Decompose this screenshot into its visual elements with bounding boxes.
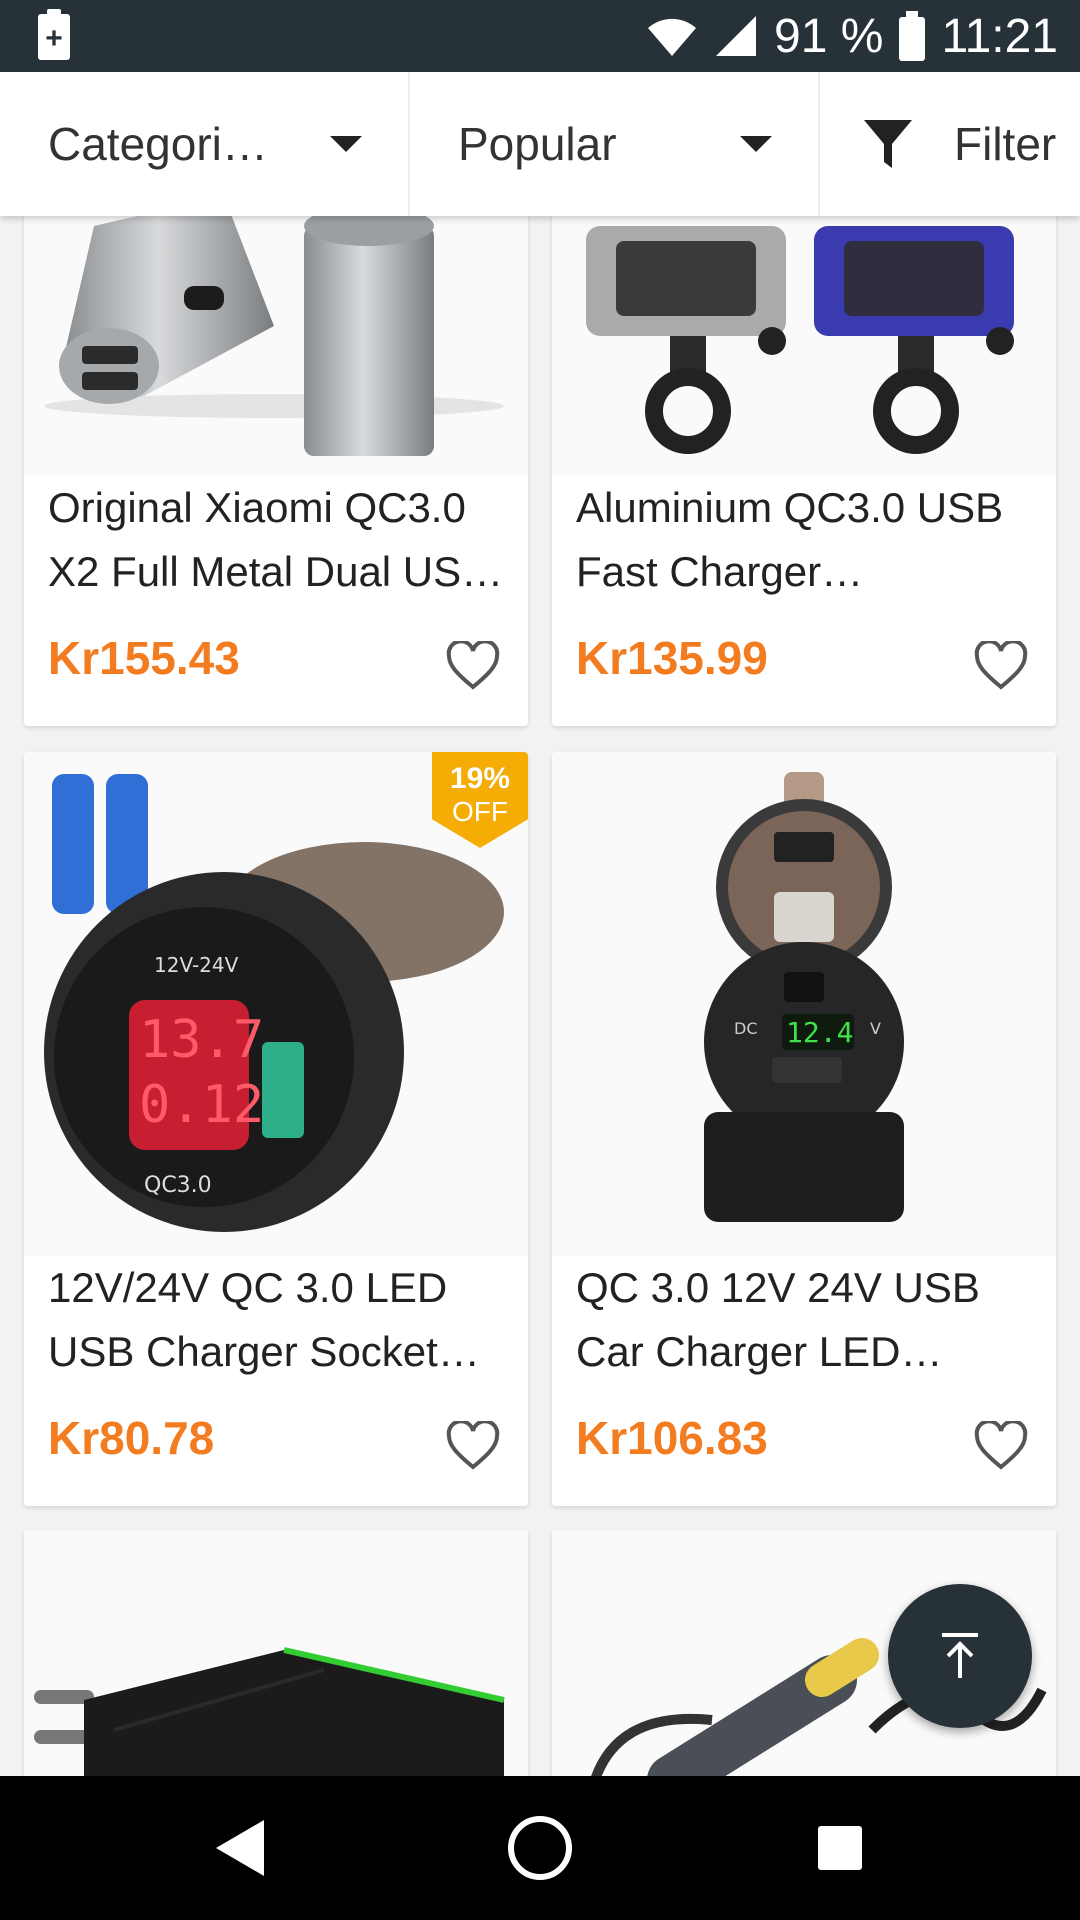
battery-saver-icon: + xyxy=(38,9,70,60)
product-card[interactable] xyxy=(24,1530,528,1776)
filter-bar: Categori… Popular Filter xyxy=(0,72,1080,216)
heart-icon[interactable] xyxy=(974,641,1028,691)
clock: 11:21 xyxy=(941,9,1058,63)
heart-icon[interactable] xyxy=(446,1421,500,1471)
back-icon[interactable] xyxy=(212,1818,268,1878)
home-icon[interactable] xyxy=(508,1816,572,1880)
product-image[interactable] xyxy=(24,1530,528,1776)
product-title[interactable]: 12V/24V QC 3.0 LED USB Charger Socket wi… xyxy=(48,1256,504,1384)
recent-apps-icon[interactable] xyxy=(818,1826,862,1870)
phone-holder-image xyxy=(586,226,1014,454)
category-dropdown[interactable]: Categori… xyxy=(0,72,410,216)
product-card[interactable]: 13.7 0.12 QC3.0 12V-24V 19% OFF 12V/24V … xyxy=(24,752,528,1506)
product-price: Kr106.83 xyxy=(576,1412,768,1464)
svg-text:V: V xyxy=(870,1019,881,1038)
scroll-to-top-button[interactable] xyxy=(888,1584,1032,1728)
funnel-icon xyxy=(864,120,912,168)
svg-text:0.12: 0.12 xyxy=(139,1075,264,1135)
product-card[interactable]: Original Xiaomi QC3.0 X2 Full Metal Dual… xyxy=(24,216,528,726)
product-image[interactable] xyxy=(24,216,528,476)
chevron-down-icon xyxy=(740,136,772,152)
filter-label: Filter xyxy=(954,118,1057,170)
chevron-down-icon xyxy=(330,136,362,152)
sort-label: Popular xyxy=(458,118,617,170)
heart-icon[interactable] xyxy=(446,641,500,691)
product-price: Kr80.78 xyxy=(48,1412,215,1464)
svg-text:QC3.0: QC3.0 xyxy=(144,1173,212,1198)
product-title[interactable]: Original Xiaomi QC3.0 X2 Full Metal Dual… xyxy=(48,476,504,604)
category-label: Categori… xyxy=(48,118,268,170)
svg-text:DC: DC xyxy=(734,1019,758,1038)
product-price: Kr135.99 xyxy=(576,632,768,684)
car-charger-image xyxy=(44,216,504,456)
wall-charger-image xyxy=(34,1647,505,1776)
product-title[interactable]: Aluminium QC3.0 USB Fast Charger Motorcy… xyxy=(576,476,1032,604)
battery-icon xyxy=(899,11,926,61)
arrow-up-to-top-icon xyxy=(942,1633,978,1678)
svg-text:12.4: 12.4 xyxy=(786,1016,853,1049)
svg-text:12V-24V: 12V-24V xyxy=(154,953,239,977)
heart-icon[interactable] xyxy=(974,1421,1028,1471)
status-bar: + 91 % 11:21 xyxy=(0,0,1080,72)
product-card[interactable]: 12.4 DC V QC 3.0 12V 24V USB Car Charger… xyxy=(552,752,1056,1506)
filter-button[interactable]: Filter xyxy=(820,72,1080,216)
wifi-icon xyxy=(648,18,697,56)
product-card[interactable]: Aluminium QC3.0 USB Fast Charger Motorcy… xyxy=(552,216,1056,726)
product-price: Kr155.43 xyxy=(48,632,240,684)
product-image[interactable]: 13.7 0.12 QC3.0 12V-24V 19% OFF xyxy=(24,752,528,1256)
product-image[interactable] xyxy=(552,216,1056,476)
usb-socket-switch-image: 12.4 DC V xyxy=(704,772,904,1222)
product-grid: Original Xiaomi QC3.0 X2 Full Metal Dual… xyxy=(0,216,1080,1776)
signal-icon xyxy=(716,16,757,56)
product-image[interactable]: 12.4 DC V xyxy=(552,752,1056,1256)
svg-text:13.7: 13.7 xyxy=(139,1010,264,1070)
navigation-bar xyxy=(0,1776,1080,1920)
battery-percent: 91 % xyxy=(774,9,884,63)
sort-dropdown[interactable]: Popular xyxy=(410,72,820,216)
product-title[interactable]: QC 3.0 12V 24V USB Car Charger LED Voltm… xyxy=(576,1256,1032,1384)
